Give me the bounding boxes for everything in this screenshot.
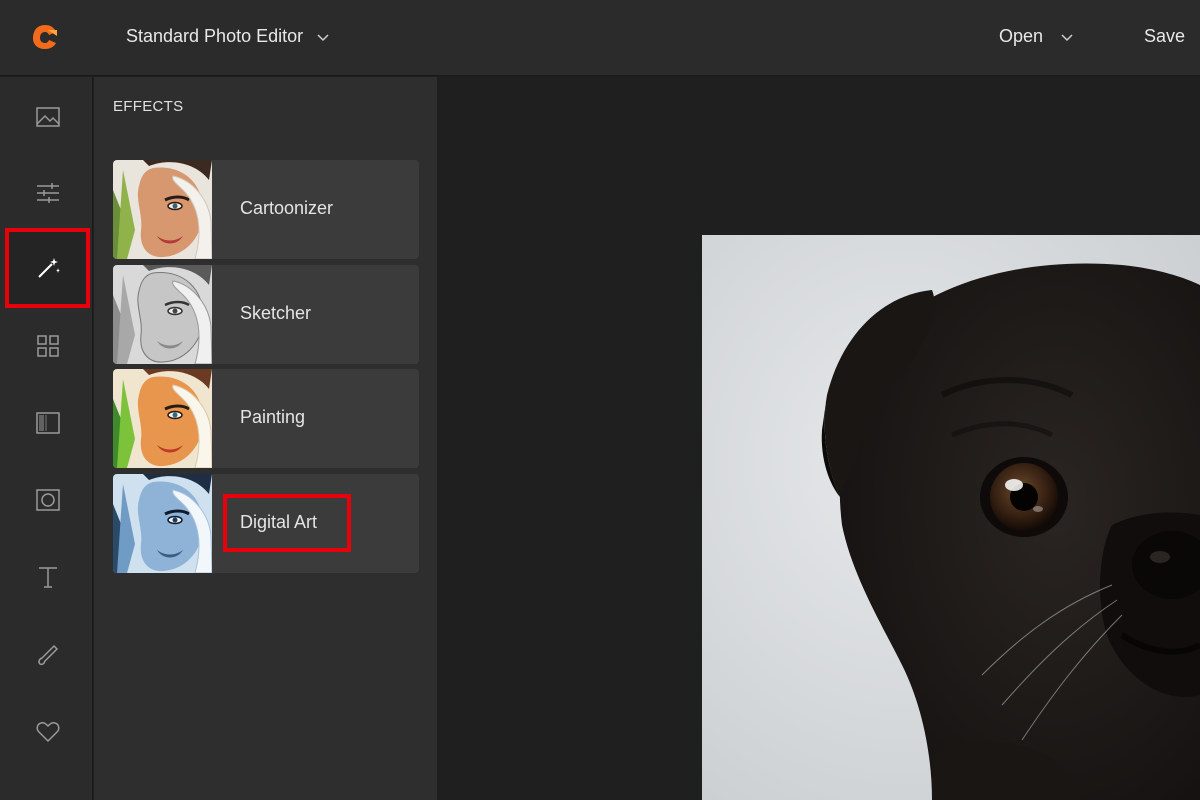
tool-adjust[interactable] <box>5 153 90 233</box>
effect-thumbnail <box>113 265 212 364</box>
editor-mode-label: Standard Photo Editor <box>126 26 304 46</box>
effect-painting[interactable]: Painting <box>113 369 419 468</box>
chevron-down-icon <box>1061 33 1073 41</box>
tool-draw[interactable] <box>5 615 90 695</box>
app-logo-icon[interactable] <box>30 22 60 52</box>
open-label: Open <box>999 26 1044 46</box>
effect-sketcher[interactable]: Sketcher <box>113 265 419 364</box>
image-icon <box>35 107 60 127</box>
texture-icon <box>35 412 60 434</box>
text-icon <box>38 567 57 588</box>
effect-label: Sketcher <box>240 303 312 323</box>
effect-thumbnail <box>113 369 212 468</box>
pug-photo[interactable] <box>702 235 1200 800</box>
effects-panel: EFFECTS Cartoonizer Sketcher Painting Di… <box>94 77 437 800</box>
tool-image[interactable] <box>5 77 90 157</box>
heart-icon <box>36 722 59 743</box>
frame-icon <box>35 489 60 511</box>
editor-mode-dropdown[interactable]: Standard Photo Editor <box>126 26 329 47</box>
effect-cartoonizer[interactable]: Cartoonizer <box>113 160 419 259</box>
top-bar: Standard Photo Editor Open Save <box>0 0 1200 76</box>
tool-effects[interactable] <box>5 228 90 308</box>
image-canvas[interactable] <box>438 77 1200 800</box>
highlight-outline <box>223 494 351 552</box>
tool-sidebar <box>0 77 93 800</box>
tool-favorites[interactable] <box>5 692 90 772</box>
tool-collage[interactable] <box>5 306 90 386</box>
panel-title: EFFECTS <box>113 98 184 115</box>
effect-label: Painting <box>240 407 306 427</box>
tool-texture[interactable] <box>5 383 90 463</box>
tool-text[interactable] <box>5 537 90 617</box>
tool-frames[interactable] <box>5 460 90 540</box>
effect-label: Cartoonizer <box>240 198 334 218</box>
brush-icon <box>37 644 58 666</box>
adjust-sliders-icon <box>36 183 59 203</box>
open-dropdown-button[interactable]: Open <box>999 26 1073 47</box>
effect-thumbnail <box>113 474 212 573</box>
grid-icon <box>36 335 59 357</box>
effect-digital-art[interactable]: Digital Art <box>113 474 419 573</box>
magic-wand-icon <box>37 258 60 278</box>
save-button[interactable]: Save <box>1144 26 1185 47</box>
chevron-down-icon <box>317 33 329 41</box>
effect-thumbnail <box>113 160 212 259</box>
